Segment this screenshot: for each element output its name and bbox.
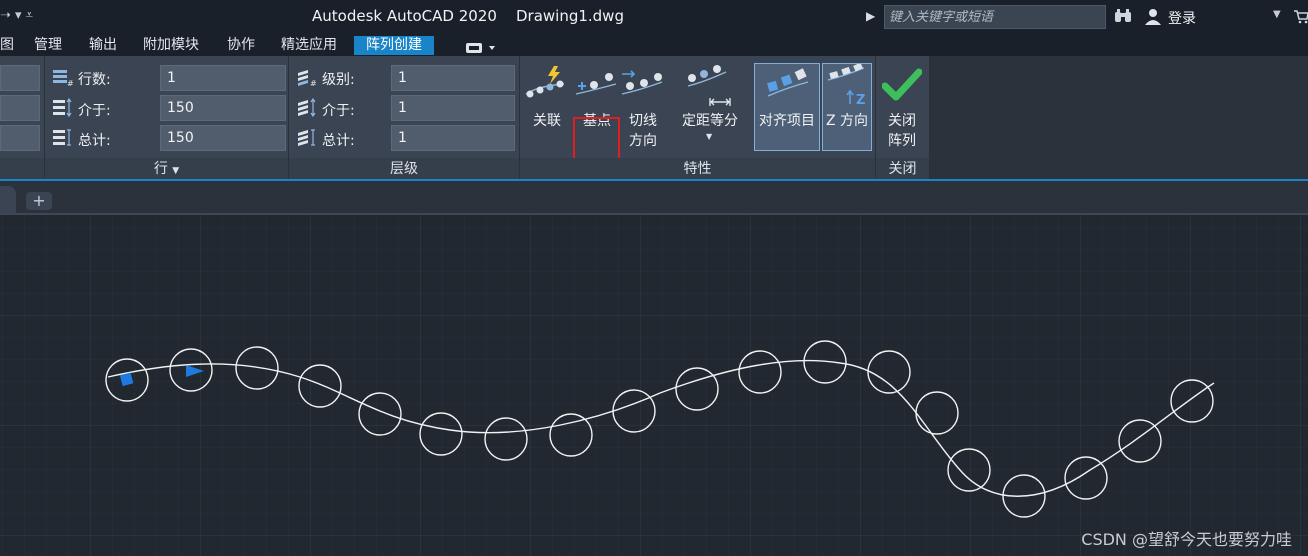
levels-total-icon (298, 129, 315, 146)
drawing-tab[interactable] (0, 186, 16, 214)
quick-access-arrows[interactable]: ➝ ▾ ⩡ (0, 8, 33, 23)
rows-spacing-label: 介于: (78, 103, 111, 119)
close-array-button[interactable]: 关闭 阵列 (876, 111, 928, 151)
tab-array-creation[interactable]: 阵列创建 (354, 36, 434, 55)
chevron-down-icon[interactable]: ▼ (1273, 9, 1281, 20)
search-box[interactable] (884, 5, 1106, 29)
levels-count-label: 级别: (322, 72, 355, 88)
add-tab-button[interactable]: + (26, 192, 52, 210)
align-items-icon (767, 68, 809, 97)
levels-count-icon: # (298, 70, 317, 88)
tab-output[interactable]: 输出 (89, 36, 117, 55)
close-label-1: 关闭 (888, 113, 916, 129)
levels-spacing-icon (298, 98, 316, 118)
expand-arrow-icon[interactable]: ▶ (866, 9, 875, 23)
tangent-direction-icon (621, 70, 663, 95)
rows-count-icon: # (53, 70, 74, 88)
tangent-label-1: 切线 (629, 113, 657, 129)
tangent-label-2: 方向 (629, 133, 657, 149)
document-tab-bar (0, 181, 1308, 215)
close-label-2: 阵列 (888, 133, 916, 149)
svg-text:Z: Z (856, 93, 865, 108)
title-bar: ➝ ▾ ⩡ (0, 0, 1308, 34)
rows-total-input[interactable]: 150 (160, 125, 286, 151)
clipped-input-3[interactable] (0, 125, 40, 151)
align-items-label: 对齐项目 (759, 113, 815, 129)
levels-total-input[interactable]: 1 (391, 125, 515, 151)
drawing-canvas[interactable] (0, 215, 1308, 556)
check-icon (882, 68, 922, 101)
svg-text:#: # (67, 79, 74, 88)
properties-panel-title: 特性 (683, 161, 712, 177)
close-panel-title: 关闭 (888, 161, 917, 177)
rows-count-input[interactable]: 1 (160, 65, 286, 91)
user-icon[interactable] (1144, 7, 1162, 29)
ribbon-tab-bar: 图 管理 输出 附加模块 协作 精选应用 阵列创建 (0, 34, 1308, 56)
levels-count-input[interactable]: 1 (391, 65, 515, 91)
measure-icon (687, 65, 731, 106)
tab-manage[interactable]: 管理 (34, 36, 62, 55)
ribbon: # 行数: 1 介于: 150 总计: 150 行 ▼ # 级别: 1 介于: … (0, 56, 1308, 198)
tab-featured-apps[interactable]: 精选应用 (281, 36, 337, 55)
associative-icon (525, 66, 565, 98)
rows-spacing-icon (53, 98, 72, 118)
measure-button[interactable]: 定距等分 (676, 111, 744, 131)
tab-view[interactable]: 图 (0, 36, 14, 55)
levels-panel-title: 层级 (390, 161, 418, 177)
cart-icon[interactable] (1294, 9, 1308, 28)
levels-spacing-input[interactable]: 1 (391, 95, 515, 121)
tab-addins[interactable]: 附加模块 (143, 36, 199, 55)
watermark: CSDN @望舒今天也要努力哇 (1081, 530, 1292, 549)
rows-panel-title[interactable]: 行 ▼ (45, 158, 288, 180)
rows-count-label: 行数: (78, 72, 111, 88)
levels-spacing-label: 介于: (322, 103, 355, 119)
rows-total-icon (53, 129, 71, 146)
login-link[interactable]: 登录 (1168, 8, 1196, 28)
tab-collaborate[interactable]: 协作 (227, 36, 255, 55)
rows-panel-title-label: 行 (153, 161, 168, 177)
clipped-input-2[interactable] (0, 95, 40, 121)
svg-text:#: # (310, 79, 317, 88)
z-direction-icon: Z (827, 64, 865, 108)
base-point-icon (575, 73, 617, 95)
clipped-input-1[interactable] (0, 65, 40, 91)
rows-total-label: 总计: (78, 133, 111, 149)
z-direction-label: Z 方向 (825, 113, 869, 129)
search-input[interactable] (885, 6, 1105, 29)
chevron-down-icon[interactable]: ▼ (706, 132, 712, 141)
associative-button[interactable]: 关联 (524, 111, 570, 131)
levels-total-label: 总计: (322, 133, 355, 149)
tangent-direction-button[interactable]: 切线 方向 (620, 111, 666, 151)
chevron-down-icon[interactable]: ▼ (172, 166, 179, 176)
binoculars-icon[interactable] (1114, 8, 1132, 28)
app-title: Autodesk AutoCAD 2020 Drawing1.dwg (312, 7, 624, 25)
rows-spacing-input[interactable]: 150 (160, 95, 286, 121)
